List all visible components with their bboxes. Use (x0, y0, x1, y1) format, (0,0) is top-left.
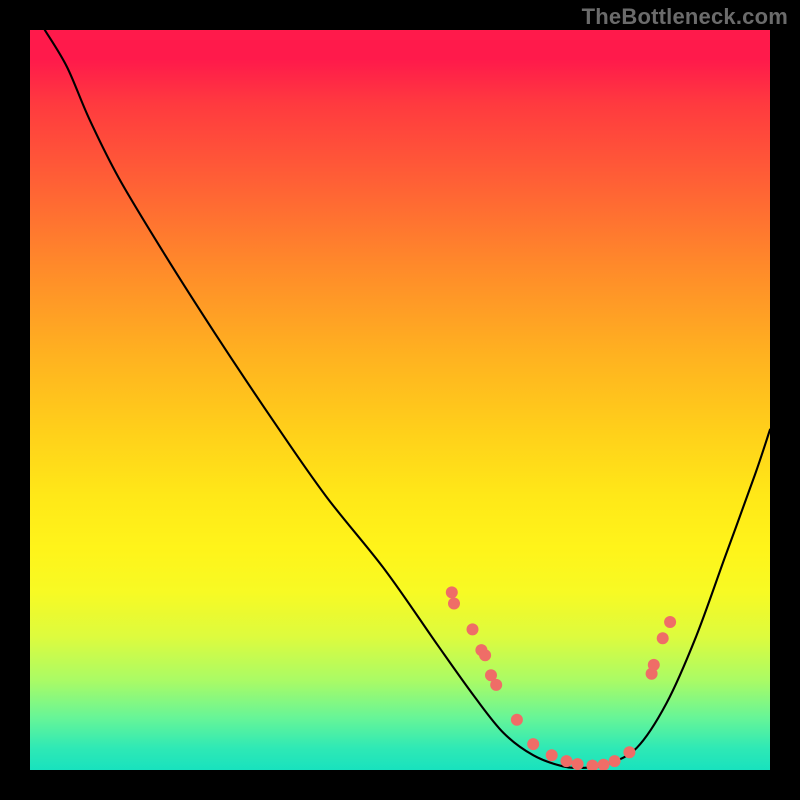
scatter-dot (572, 758, 584, 770)
scatter-dot (648, 659, 660, 671)
scatter-dot (609, 755, 621, 767)
scatter-dot (467, 623, 479, 635)
scatter-dot (511, 714, 523, 726)
scatter-dot (490, 679, 502, 691)
chart-frame: TheBottleneck.com (0, 0, 800, 800)
scatter-dot (598, 759, 610, 770)
plot-area (30, 30, 770, 770)
scatter-dot (623, 746, 635, 758)
chart-svg (30, 30, 770, 770)
watermark-text: TheBottleneck.com (582, 4, 788, 30)
scatter-dot (657, 632, 669, 644)
scatter-dot (527, 738, 539, 750)
scatter-dot (448, 598, 460, 610)
scatter-dot (586, 760, 598, 770)
scatter-dot (664, 616, 676, 628)
scatter-dot (446, 586, 458, 598)
scatter-dot (479, 649, 491, 661)
scatter-dot (546, 749, 558, 761)
scatter-dot (561, 755, 573, 767)
curve-path (45, 30, 770, 768)
